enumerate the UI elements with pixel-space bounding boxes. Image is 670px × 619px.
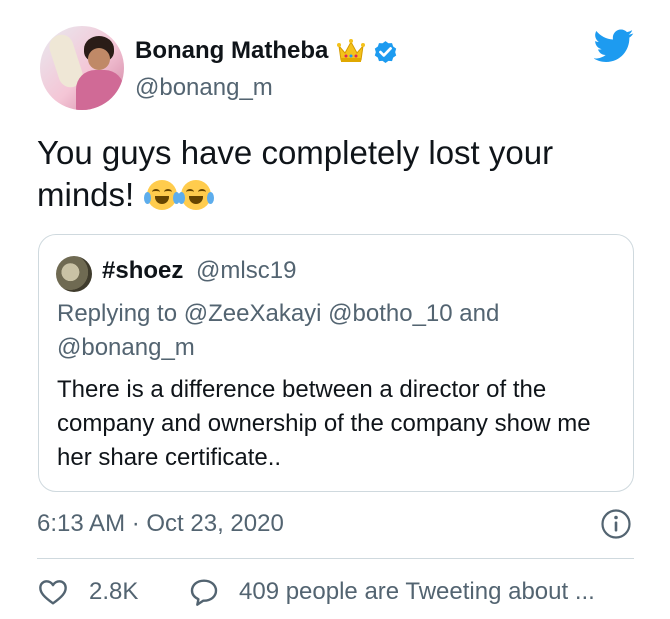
quoted-tweet-header: #shoez @mlsc19 (102, 257, 296, 285)
tweet-text-content: You guys have completely lost your minds… (37, 134, 554, 213)
speech-bubble-icon (190, 579, 218, 606)
tweeting-about-text: 409 people are Tweeting about ... (239, 578, 595, 605)
heart-icon (39, 580, 67, 605)
avatar-face-shape (88, 48, 110, 70)
replying-to-line: Replying to @ZeeXakayi @botho_10 and @bo… (57, 300, 500, 361)
tears-of-joy-emoji-icon (144, 180, 181, 210)
tweet-timestamp[interactable]: 6:13 AM · Oct 23, 2020 (37, 510, 284, 538)
info-icon[interactable] (600, 508, 632, 540)
quoted-tweet[interactable]: #shoez @mlsc19 Replying to @ZeeXakayi @b… (38, 234, 634, 492)
crown-icon (337, 39, 366, 62)
quoted-author-name[interactable]: #shoez (102, 257, 183, 284)
twitter-bird-icon[interactable] (594, 28, 634, 64)
divider (37, 558, 634, 559)
tweet-card: Bonang Matheba @bonang_m You guys have c… (0, 0, 670, 619)
tears-of-joy-emoji-icon (178, 180, 215, 210)
like-button[interactable]: 2.8K (37, 576, 138, 608)
verified-badge-icon (375, 40, 397, 63)
quoted-tweet-text: There is a difference between a director… (57, 376, 591, 471)
like-count: 2.8K (89, 578, 139, 605)
avatar-dress-shape (76, 70, 124, 110)
author-handle[interactable]: @bonang_m (135, 74, 273, 102)
author-name[interactable]: Bonang Matheba (135, 37, 328, 65)
author-name-row: Bonang Matheba (135, 36, 399, 66)
author-avatar[interactable] (40, 26, 124, 110)
quoted-author-handle[interactable]: @mlsc19 (196, 257, 296, 284)
tweeting-about-link[interactable]: 409 people are Tweeting about ... (187, 576, 595, 608)
quoted-author-avatar[interactable] (56, 256, 92, 292)
tweet-text: You guys have completely lost your minds… (37, 132, 637, 216)
